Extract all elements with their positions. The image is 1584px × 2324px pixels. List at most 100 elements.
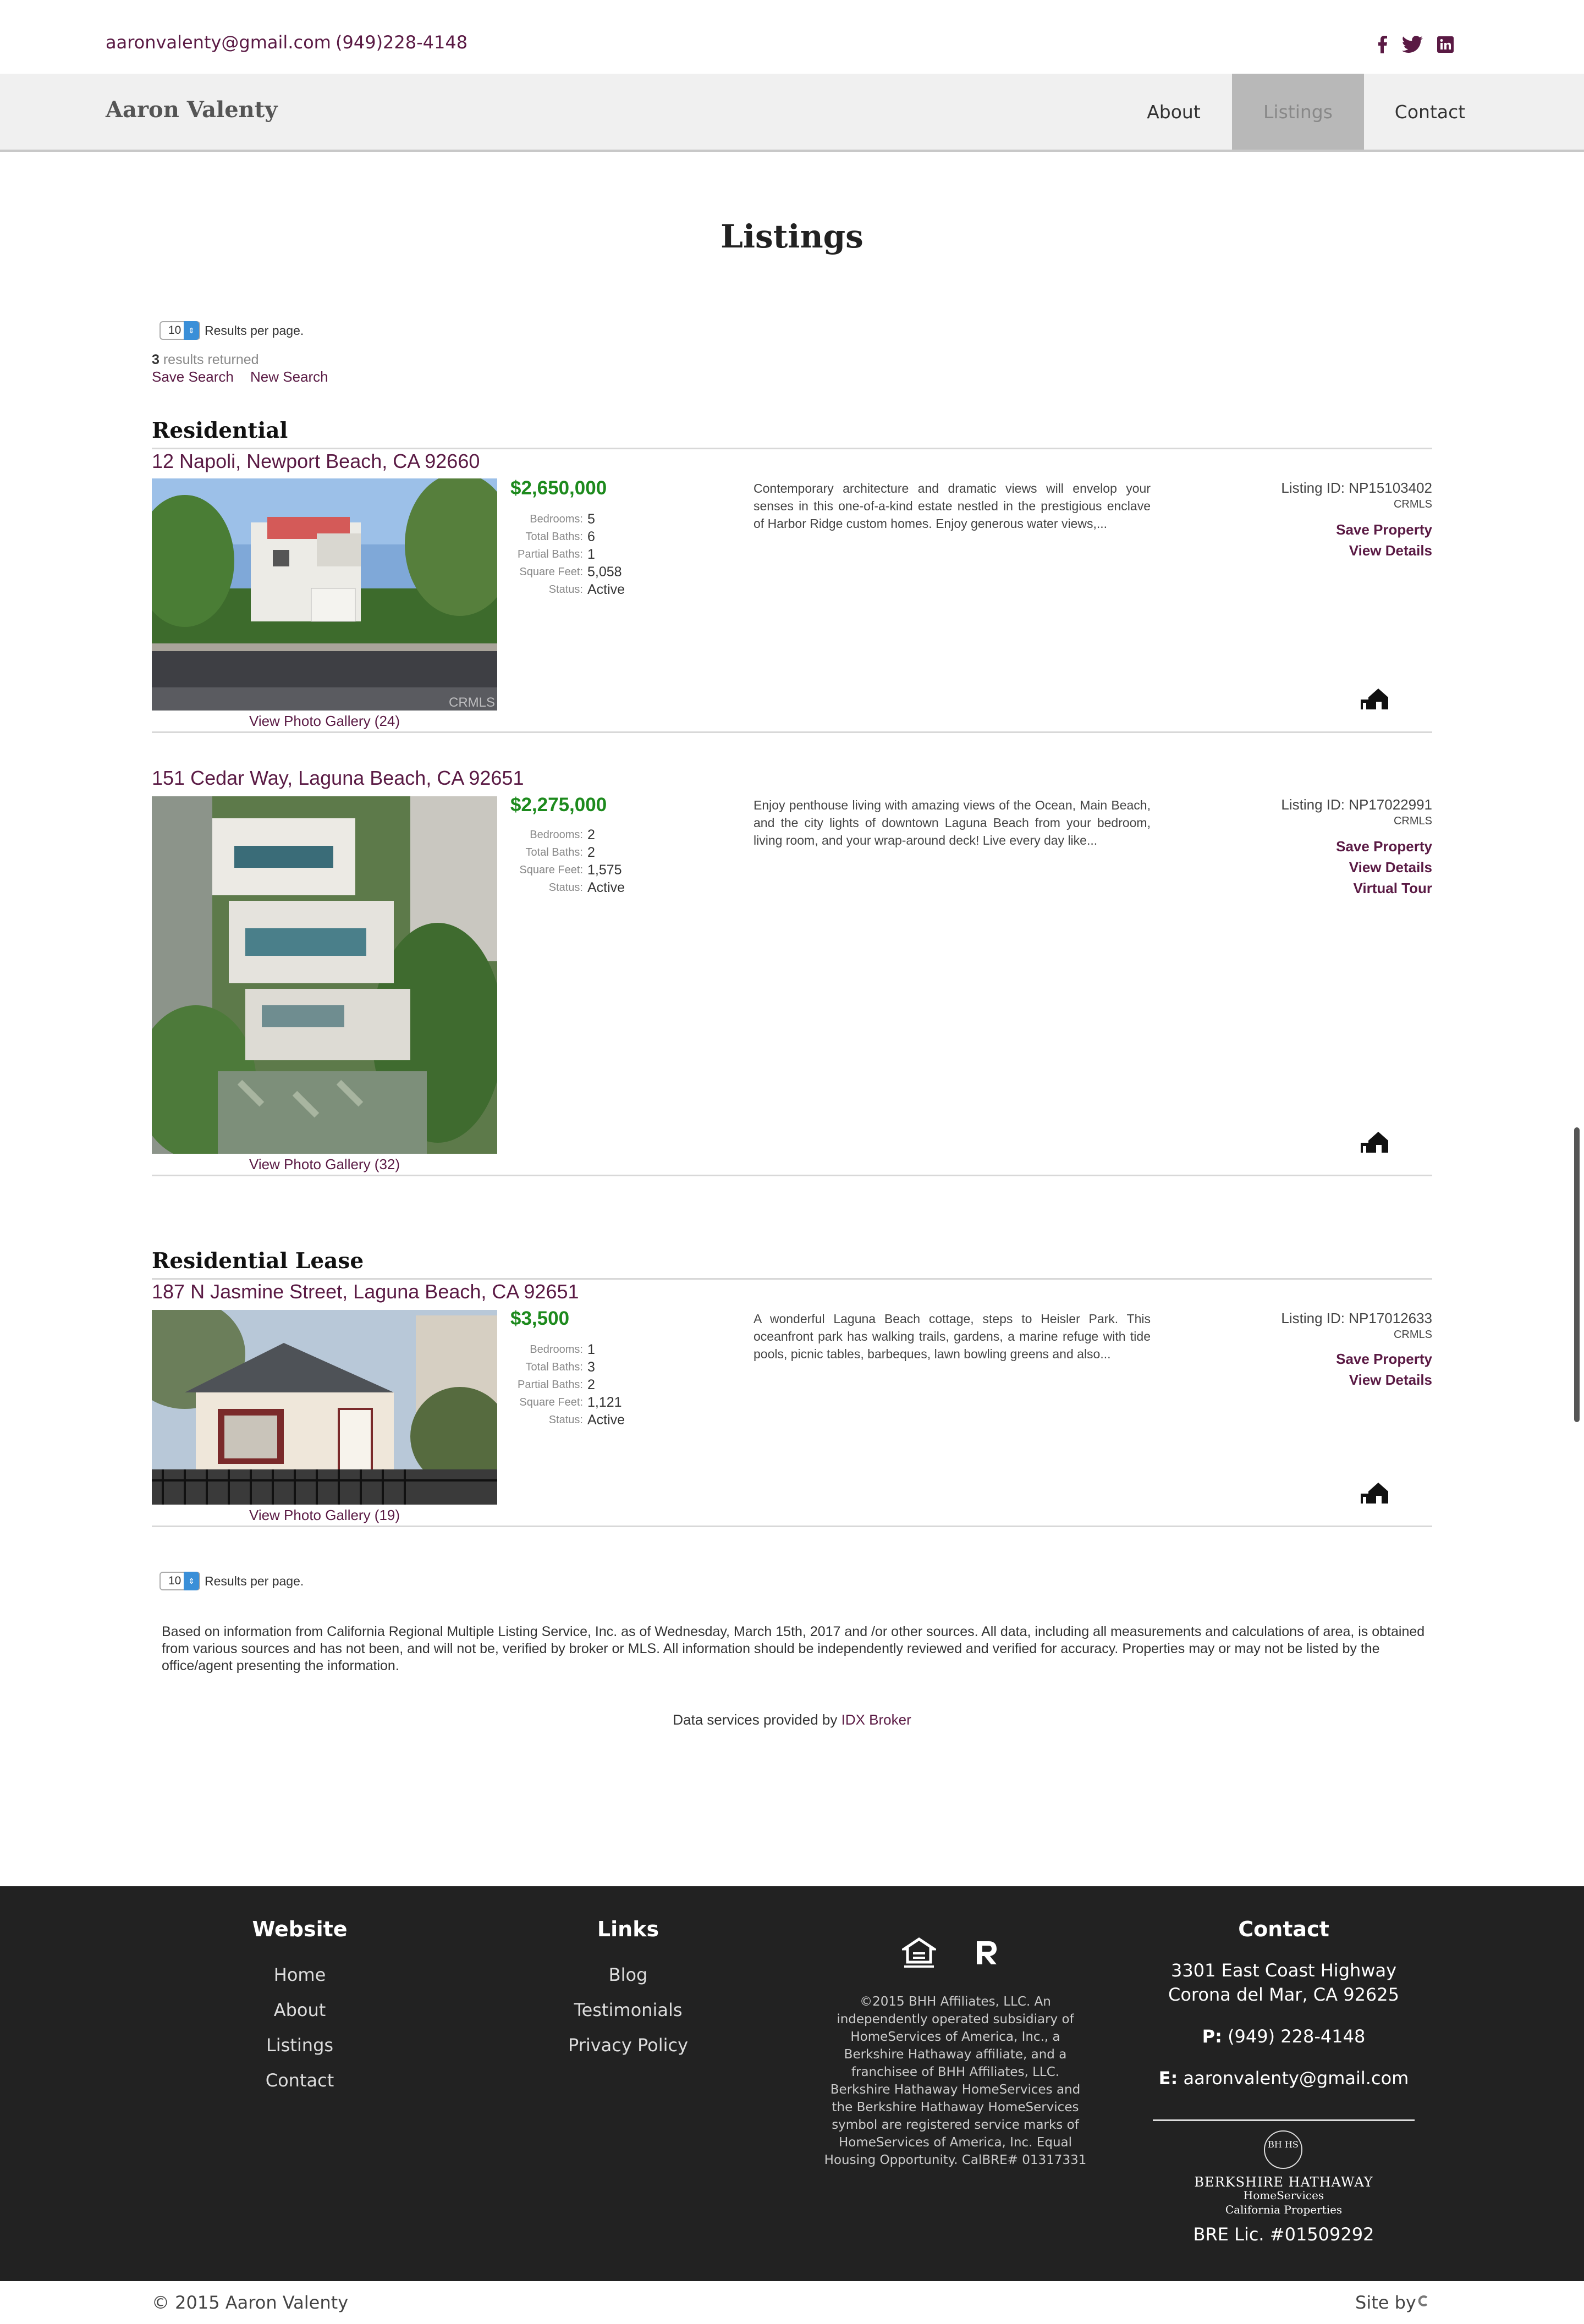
divider bbox=[152, 1278, 1432, 1280]
site-by-label: Site by bbox=[1355, 2292, 1416, 2313]
save-property-link[interactable]: Save Property bbox=[1336, 1348, 1432, 1369]
bedrooms-label: Bedrooms: bbox=[530, 1343, 583, 1356]
listing-price: $2,650,000 bbox=[510, 477, 607, 499]
footer-link-listings[interactable]: Listings bbox=[190, 2035, 410, 2056]
twitter-icon[interactable] bbox=[1401, 35, 1423, 54]
linkedin-icon[interactable] bbox=[1437, 35, 1454, 54]
square-feet-label: Square Feet: bbox=[519, 566, 583, 578]
footer-link-contact[interactable]: Contact bbox=[190, 2070, 410, 2091]
nav-contact[interactable]: Contact bbox=[1375, 74, 1485, 150]
status-value: Active bbox=[587, 880, 625, 895]
save-property-link[interactable]: Save Property bbox=[1336, 836, 1432, 857]
results-count-number: 3 bbox=[152, 352, 160, 367]
listing-id: Listing ID: NP15103402 bbox=[1281, 480, 1432, 496]
listing-photo[interactable] bbox=[152, 1310, 497, 1505]
berkshire-brand-line1: BERKSHIRE HATHAWAY bbox=[1194, 2174, 1373, 2190]
view-details-link[interactable]: View Details bbox=[1336, 540, 1432, 561]
per-page-select[interactable]: 10 ⇕ bbox=[160, 1572, 200, 1590]
nav-listings[interactable]: Listings bbox=[1232, 74, 1364, 150]
top-phone-link[interactable]: (949)228-4148 bbox=[336, 32, 468, 53]
footer-license: BRE Lic. #01509292 bbox=[1193, 2224, 1374, 2245]
partial-baths-label: Partial Baths: bbox=[518, 1379, 583, 1391]
bedrooms-label: Bedrooms: bbox=[530, 829, 583, 841]
view-details-link[interactable]: View Details bbox=[1336, 1369, 1432, 1390]
view-photo-gallery-link[interactable]: View Photo Gallery (24) bbox=[152, 713, 497, 730]
status-label: Status: bbox=[548, 1414, 583, 1426]
square-feet-value: 1,575 bbox=[587, 862, 622, 878]
save-search-link[interactable]: Save Search bbox=[152, 368, 234, 386]
top-email-link[interactable]: aaronvalenty@gmail.com bbox=[106, 32, 331, 53]
footer: Website Home About Listings Contact Link… bbox=[0, 1886, 1584, 2281]
per-page-label: Results per page. bbox=[205, 323, 304, 338]
footer-link-privacy-policy[interactable]: Privacy Policy bbox=[518, 2035, 738, 2056]
house-icon bbox=[1360, 1130, 1392, 1154]
listing-id-block: Listing ID: NP17012633 CRMLS bbox=[1281, 1310, 1432, 1343]
mls-disclaimer: Based on information from California Reg… bbox=[162, 1624, 1425, 1673]
divider bbox=[152, 731, 1432, 733]
listing-address[interactable]: 151 Cedar Way, Laguna Beach, CA 92651 bbox=[152, 767, 524, 790]
view-photo-gallery-link[interactable]: View Photo Gallery (19) bbox=[152, 1507, 497, 1524]
site-brand[interactable]: Aaron Valenty bbox=[106, 97, 277, 123]
mls-name: CRMLS bbox=[1393, 498, 1432, 510]
footer-link-testimonials[interactable]: Testimonials bbox=[518, 2000, 738, 2020]
mls-name: CRMLS bbox=[1393, 815, 1432, 827]
footer-link-about[interactable]: About bbox=[190, 2000, 410, 2020]
virtual-tour-link[interactable]: Virtual Tour bbox=[1336, 878, 1433, 899]
top-bar: aaronvalenty@gmail.com (949)228-4148 bbox=[0, 0, 1584, 74]
listing-address[interactable]: 187 N Jasmine Street, Laguna Beach, CA 9… bbox=[152, 1280, 579, 1303]
listing-actions: Save Property View Details bbox=[1336, 1348, 1432, 1390]
square-feet-label: Square Feet: bbox=[519, 864, 583, 876]
facebook-icon[interactable] bbox=[1377, 35, 1388, 54]
scrollbar-thumb[interactable] bbox=[1574, 1127, 1580, 1422]
listing-photo[interactable]: CRMLS bbox=[152, 478, 497, 711]
per-page-label: Results per page. bbox=[205, 1573, 304, 1588]
partial-baths-value: 2 bbox=[587, 1377, 595, 1392]
listing-facts: Bedrooms: 2 Total Baths: 2 Square Feet: 1,5… bbox=[495, 826, 770, 896]
listing-address[interactable]: 12 Napoli, Newport Beach, CA 92660 bbox=[152, 450, 480, 473]
per-page-value: 10 bbox=[168, 1574, 182, 1587]
bedrooms-value: 1 bbox=[587, 1342, 595, 1357]
total-baths-label: Total Baths: bbox=[525, 531, 583, 543]
listing-price: $3,500 bbox=[510, 1308, 570, 1329]
footer-contact-heading: Contact bbox=[1238, 1917, 1329, 1941]
divider bbox=[152, 448, 1432, 449]
total-baths-value: 6 bbox=[587, 529, 595, 544]
save-property-link[interactable]: Save Property bbox=[1336, 519, 1432, 540]
nav-about[interactable]: About bbox=[1128, 74, 1220, 150]
results-per-page-bottom: 10 ⇕ Results per page. bbox=[160, 1572, 304, 1590]
house-icon bbox=[1360, 1480, 1392, 1505]
house-icon bbox=[1360, 686, 1392, 711]
photo-watermark: CRMLS bbox=[448, 695, 495, 710]
total-baths-label: Total Baths: bbox=[525, 1361, 583, 1373]
data-services-note: Data services provided by IDX Broker bbox=[0, 1711, 1584, 1728]
main-nav: Aaron Valenty About Listings Contact bbox=[0, 74, 1584, 152]
status-label: Status: bbox=[548, 882, 583, 894]
footer-link-home[interactable]: Home bbox=[190, 1964, 410, 1985]
berkshire-brand-line2: HomeServices bbox=[1243, 2189, 1324, 2202]
listing-actions: Save Property View Details bbox=[1336, 519, 1432, 561]
view-details-link[interactable]: View Details bbox=[1336, 857, 1432, 878]
footer-email-label: E: bbox=[1158, 2068, 1178, 2089]
footer-divider bbox=[1153, 2119, 1415, 2121]
data-services-text: Data services provided by bbox=[673, 1711, 838, 1728]
select-arrow-icon: ⇕ bbox=[184, 1572, 199, 1590]
total-baths-value: 2 bbox=[587, 845, 595, 860]
view-photo-gallery-link[interactable]: View Photo Gallery (32) bbox=[152, 1156, 497, 1173]
footer-website-heading: Website bbox=[252, 1917, 348, 1941]
partial-baths-value: 1 bbox=[587, 547, 595, 562]
select-arrow-icon: ⇕ bbox=[184, 321, 199, 340]
listing-photo[interactable] bbox=[152, 796, 497, 1154]
section-heading-residential-lease: Residential Lease bbox=[152, 1248, 364, 1274]
listing-id: Listing ID: NP17022991 bbox=[1281, 796, 1432, 813]
berkshire-logo-mark: BH HS bbox=[1264, 2130, 1302, 2169]
bedrooms-value: 2 bbox=[587, 827, 595, 842]
footer-phone-link[interactable]: (949) 228-4148 bbox=[1228, 2026, 1365, 2047]
idx-broker-link[interactable]: IDX Broker bbox=[842, 1711, 911, 1728]
footer-link-blog[interactable]: Blog bbox=[518, 1964, 738, 1985]
results-count-label: results returned bbox=[163, 352, 259, 367]
square-feet-label: Square Feet: bbox=[519, 1396, 583, 1408]
per-page-select[interactable]: 10 ⇕ bbox=[160, 321, 200, 340]
site-by-logo-icon[interactable] bbox=[1417, 2294, 1431, 2309]
footer-email-link[interactable]: aaronvalenty@gmail.com bbox=[1184, 2068, 1409, 2089]
new-search-link[interactable]: New Search bbox=[250, 368, 328, 386]
